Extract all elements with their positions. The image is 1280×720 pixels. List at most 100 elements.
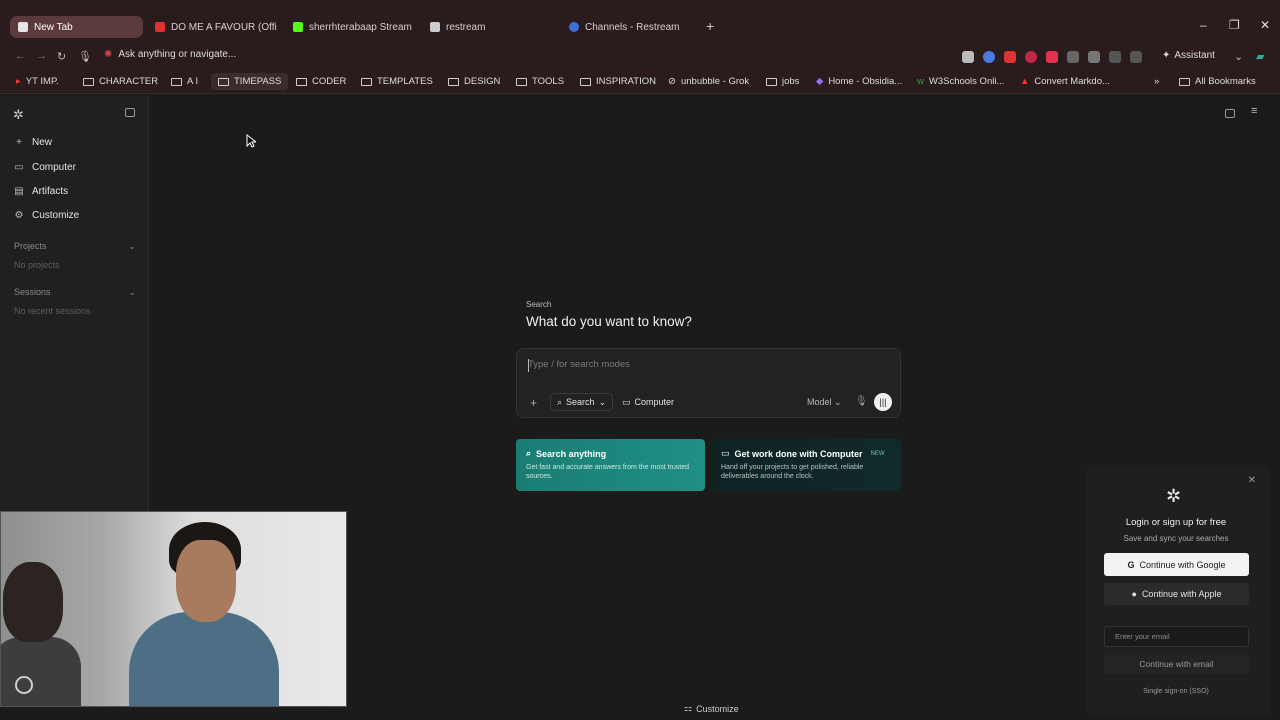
- reload-icon[interactable]: ↻: [57, 50, 66, 63]
- bookmark-obsidian[interactable]: ◆ Home - Obsidia...: [816, 76, 902, 87]
- sidebar-extension-icon[interactable]: [1130, 51, 1142, 63]
- pinterest-extension-icon[interactable]: [1025, 51, 1037, 63]
- grok-icon: ⊘: [668, 76, 676, 87]
- close-window-icon[interactable]: ✕: [1260, 18, 1270, 32]
- leo-icon[interactable]: ▰: [1256, 50, 1264, 63]
- all-bookmarks[interactable]: All Bookmarks: [1179, 76, 1256, 87]
- folder-icon: [766, 77, 777, 86]
- assistant-button[interactable]: ✦ Assistant: [1162, 50, 1215, 61]
- bookmark-tools[interactable]: TOOLS: [516, 76, 564, 87]
- tab-channels-restream[interactable]: Channels - Restream: [561, 16, 696, 38]
- convert-icon: ▲: [1020, 76, 1030, 87]
- email-field[interactable]: [1104, 626, 1249, 647]
- restore-icon[interactable]: ❐: [1229, 18, 1240, 32]
- panel-icon[interactable]: [1225, 109, 1235, 118]
- model-selector[interactable]: Model ⌄: [807, 397, 842, 408]
- continue-with-apple-button[interactable]: ● Continue with Apple: [1104, 583, 1249, 605]
- artifacts-icon: ▤: [14, 186, 24, 197]
- bookmark-label: A I: [187, 76, 199, 87]
- camera-extension-icon[interactable]: [962, 51, 974, 63]
- search-anything-card[interactable]: ⌕ Search anything Get fast and accurate …: [516, 439, 705, 491]
- bookmark-coder[interactable]: CODER: [296, 76, 346, 87]
- login-panel: ✕ ✲ Login or sign up for free Save and s…: [1086, 466, 1270, 716]
- mic-icon[interactable]: 🎙: [78, 50, 92, 63]
- projects-empty-text: No projects: [14, 260, 60, 270]
- attach-plus-icon[interactable]: +: [530, 396, 537, 410]
- bookmark-label: Home - Obsidia...: [828, 76, 903, 87]
- page-headline: What do you want to know?: [526, 314, 692, 329]
- sessions-label: Sessions: [14, 287, 51, 297]
- chrome-extension-icon[interactable]: [983, 51, 995, 63]
- sidebar-item-artifacts[interactable]: ▤ Artifacts: [14, 186, 68, 197]
- tab-restream[interactable]: restream: [422, 16, 552, 38]
- search-mode-button[interactable]: ⌕ Search ⌄: [550, 393, 614, 411]
- computer-card[interactable]: ▭ Get work done with Computer NEW Hand o…: [711, 439, 901, 491]
- webcam-person-center: [129, 612, 279, 706]
- card-description: Hand off your projects to get polished, …: [721, 464, 864, 480]
- new-tab-plus-icon[interactable]: +: [706, 18, 714, 34]
- search-input[interactable]: [528, 359, 828, 370]
- bookmark-inspiration[interactable]: INSPIRATION: [580, 76, 656, 87]
- bookmark-yt-imp[interactable]: ▸ YT IMP.: [16, 76, 59, 87]
- bookmark-label: jobs: [782, 76, 800, 87]
- card-title: Get work done with Computer: [734, 448, 863, 459]
- apple-icon: ●: [1131, 589, 1137, 599]
- login-subtitle: Save and sync your searches: [1123, 534, 1229, 543]
- forward-icon[interactable]: →: [36, 50, 47, 62]
- omnibox[interactable]: ✺ Ask anything or navigate...: [104, 49, 236, 60]
- media-extension-icon[interactable]: [1088, 51, 1100, 63]
- microphone-icon[interactable]: 🎙: [855, 396, 868, 407]
- menu-extension-icon[interactable]: [1109, 51, 1121, 63]
- bookmark-templates[interactable]: TEMPLATES: [361, 76, 433, 87]
- bookmark-design[interactable]: DESIGN: [448, 76, 500, 87]
- sidebar-item-computer[interactable]: ▭ Computer: [14, 162, 76, 173]
- tab-new-tab[interactable]: New Tab: [10, 16, 143, 38]
- sidebar-item-new[interactable]: + New: [14, 137, 52, 148]
- perplexity-logo-icon[interactable]: ✲: [13, 107, 24, 123]
- perplexity-logo-icon: ✲: [1166, 486, 1182, 506]
- voice-mode-icon[interactable]: |||: [874, 393, 892, 411]
- new-badge: NEW: [870, 450, 885, 457]
- minimize-icon[interactable]: –: [1200, 18, 1207, 32]
- bookmark-label: Convert Markdo...: [1034, 76, 1110, 87]
- folder-icon: [218, 77, 229, 86]
- back-icon[interactable]: ←: [15, 50, 26, 62]
- tab-youtube[interactable]: DO ME A FAVOUR (Officia: [147, 16, 277, 38]
- computer-mode-label: Computer: [634, 397, 675, 407]
- bookmark-label: TIMEPASS: [234, 76, 282, 87]
- bookmark-label: INSPIRATION: [596, 76, 656, 87]
- continue-with-google-button[interactable]: G Continue with Google: [1104, 553, 1249, 576]
- bookmarks-overflow-icon[interactable]: »: [1154, 76, 1159, 87]
- menu-icon[interactable]: ≡: [1251, 105, 1261, 117]
- bookmark-convert-markdown[interactable]: ▲ Convert Markdo...: [1020, 76, 1110, 87]
- continue-with-email-button[interactable]: Continue with email: [1104, 653, 1249, 674]
- close-icon[interactable]: ✕: [1248, 475, 1256, 486]
- customize-bottom-button[interactable]: ⚏ Customize: [684, 703, 739, 714]
- chevron-down-icon[interactable]: ⌄: [1234, 50, 1243, 63]
- sessions-section-header[interactable]: Sessions ⌄: [14, 287, 136, 298]
- tab-kick[interactable]: sherrhterabaap Stream - V: [285, 16, 415, 38]
- restream-favicon-icon: [569, 22, 579, 32]
- restream-favicon-icon: [430, 22, 440, 32]
- bookmark-w3schools[interactable]: w W3Schools Onli...: [917, 76, 1004, 87]
- bookmark-jobs[interactable]: jobs: [766, 76, 799, 87]
- record-extension-icon[interactable]: [1004, 51, 1016, 63]
- search-kicker: Search: [526, 300, 552, 309]
- customize-icon: ⚙: [14, 210, 24, 221]
- assistant-icon: ✦: [1162, 50, 1171, 61]
- tab-label: sherrhterabaap Stream - V: [309, 21, 415, 33]
- webcam-person-left: [1, 637, 81, 706]
- bookmark-timepass[interactable]: TIMEPASS: [211, 73, 289, 90]
- projects-section-header[interactable]: Projects ⌄: [14, 241, 136, 252]
- bookmark-label: All Bookmarks: [1195, 76, 1256, 87]
- sso-link[interactable]: Single sign-on (SSO): [1086, 688, 1266, 695]
- sidebar-item-customize[interactable]: ⚙ Customize: [14, 210, 80, 221]
- collapse-sidebar-icon[interactable]: [125, 108, 135, 117]
- pocket-extension-icon[interactable]: [1046, 51, 1058, 63]
- bookmark-ai[interactable]: A I: [171, 76, 198, 87]
- computer-mode-button[interactable]: ▭ Computer: [616, 393, 680, 411]
- puzzle-extension-icon[interactable]: [1067, 51, 1079, 63]
- bookmark-character[interactable]: CHARACTER: [83, 76, 158, 87]
- bookmark-grok[interactable]: ⊘ unbubble - Grok: [668, 76, 749, 87]
- webcam-person-center-head: [176, 540, 236, 622]
